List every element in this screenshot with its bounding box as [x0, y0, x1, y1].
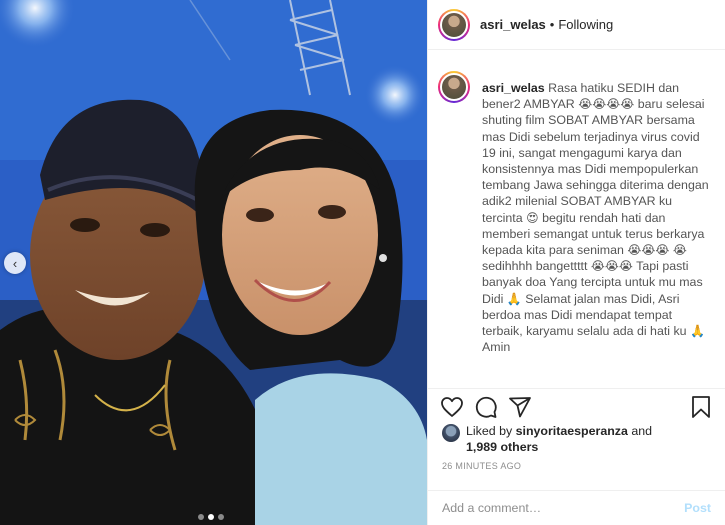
crying-emoji: 😭😭😭	[627, 243, 670, 258]
caption-text: sedihhhh bangettttt	[482, 259, 588, 274]
author-avatar[interactable]	[438, 8, 470, 41]
crying-emoji: 😭	[672, 243, 687, 258]
add-comment-bar: Post	[428, 490, 725, 525]
following-button[interactable]: Following	[558, 17, 613, 32]
comment-input[interactable]	[442, 501, 685, 515]
heart-eyes-emoji: 😍	[526, 210, 539, 225]
liker-avatar[interactable]	[442, 424, 460, 442]
carousel-dot	[218, 514, 224, 520]
post-photo[interactable]: ‹	[0, 0, 427, 525]
carousel-prev-button[interactable]: ‹	[4, 252, 26, 274]
carousel-dot	[198, 514, 204, 520]
carousel-dot-active	[208, 514, 214, 520]
chevron-left-icon: ‹	[12, 255, 18, 271]
post-timestamp[interactable]: 26 MINUTES AGO	[442, 461, 521, 471]
action-bar	[428, 388, 725, 424]
photo-illustration	[0, 0, 427, 525]
crying-emoji: 😭😭😭😭	[578, 97, 635, 112]
post-comment-button[interactable]: Post	[684, 501, 711, 515]
caption-username[interactable]: asri_welas	[482, 81, 545, 95]
caption-text: Amin	[482, 340, 511, 355]
post-caption: asri_welas Rasa hatiku SEDIH dan bener2 …	[482, 80, 714, 380]
crying-emoji: 😭😭😭	[590, 259, 633, 274]
comments-section[interactable]: asri_welas Rasa hatiku SEDIH dan bener2 …	[438, 62, 717, 380]
caption-text: baru selesai shuting film SOBAT AMBYAR b…	[482, 97, 709, 225]
liker-username[interactable]: sinyoritaesperanza	[516, 424, 628, 438]
likes-summary: Liked by sinyoritaesperanza and 1,989 ot…	[442, 423, 652, 455]
bookmark-icon[interactable]	[689, 395, 713, 419]
carousel-indicator	[198, 514, 224, 520]
likes-and: and	[631, 424, 653, 438]
pray-emoji: 🙏	[690, 324, 705, 339]
header-separator: •	[549, 17, 555, 32]
post-header: asri_welas • Following	[428, 0, 725, 50]
likes-count-link[interactable]: 1,989 others	[466, 440, 538, 454]
likes-text: Liked by sinyoritaesperanza and 1,989 ot…	[466, 423, 652, 455]
likes-prefix: Liked by	[466, 424, 513, 438]
comment-icon[interactable]	[474, 395, 498, 419]
post-details-panel: asri_welas • Following asri_welas Rasa h…	[427, 0, 725, 525]
share-icon[interactable]	[508, 395, 532, 419]
author-username[interactable]: asri_welas	[480, 17, 546, 32]
pray-emoji: 🙏	[506, 291, 522, 306]
caption-author-avatar[interactable]	[438, 71, 470, 103]
heart-icon[interactable]	[440, 395, 464, 419]
